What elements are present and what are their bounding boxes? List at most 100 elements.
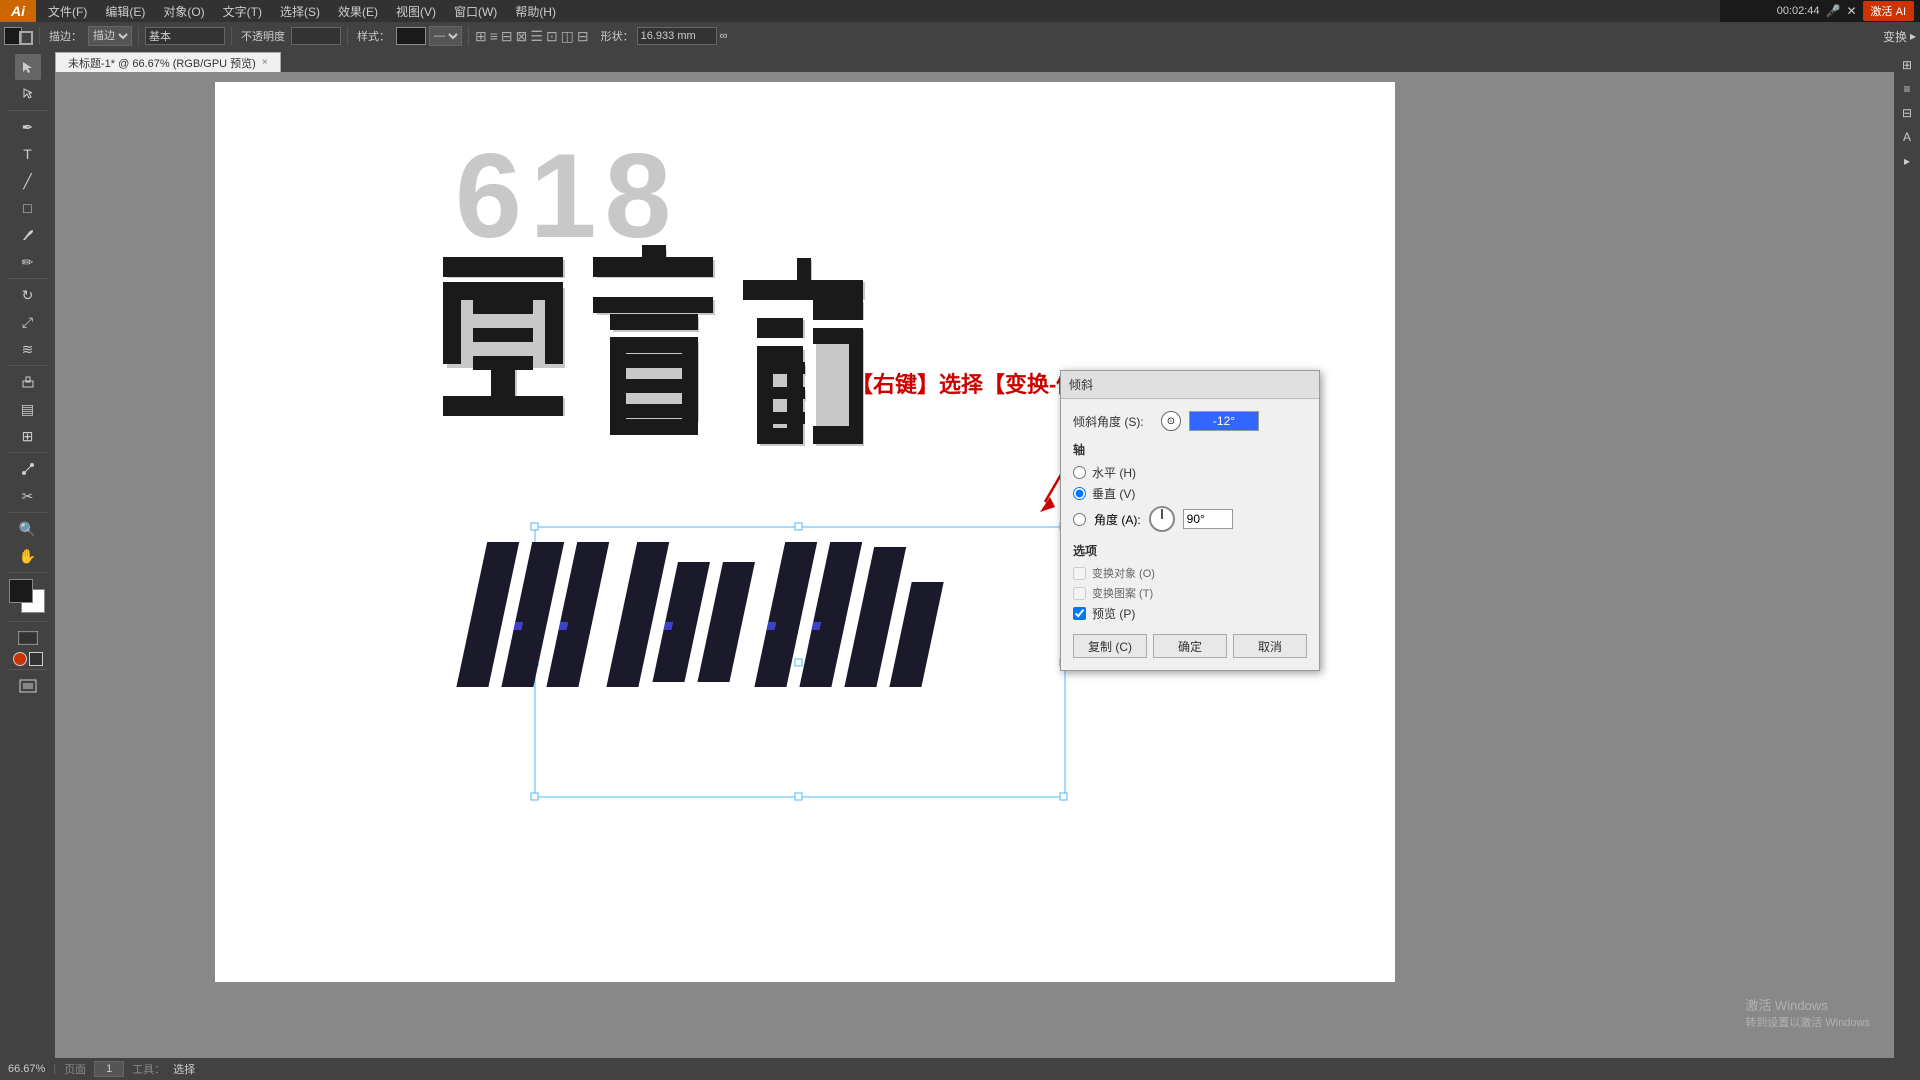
right-btn-5[interactable]: ▸ — [1896, 150, 1918, 172]
cancel-button[interactable]: 取消 — [1233, 634, 1307, 658]
menu-type[interactable]: 文字(T) — [215, 1, 270, 22]
char-jie-bg — [747, 260, 865, 446]
brush-tool[interactable] — [15, 222, 41, 248]
stroke-select[interactable]: 描边 — [88, 26, 132, 46]
style-select[interactable]: — — [429, 26, 462, 46]
menu-help[interactable]: 帮助(H) — [507, 1, 564, 22]
app-logo: Ai — [0, 0, 36, 22]
copy-button[interactable]: 复制 (C) — [1073, 634, 1147, 658]
align-icon-8[interactable]: ⊟ — [577, 28, 589, 45]
style-swatch[interactable] — [396, 27, 426, 45]
right-panel: ⊞ ≡ ⊟ A ▸ — [1894, 50, 1920, 1058]
menu-file[interactable]: 文件(F) — [40, 1, 95, 22]
ok-button[interactable]: 确定 — [1153, 634, 1227, 658]
vertical-radio[interactable] — [1073, 487, 1086, 500]
document-tab[interactable]: 未标题-1* @ 66.67% (RGB/GPU 预览) × — [55, 52, 281, 72]
tool-section — [4, 27, 40, 45]
tool-separator-5 — [8, 512, 48, 513]
stroke-label: 描边： — [46, 28, 85, 44]
more-icon[interactable]: ▸ — [1910, 29, 1916, 43]
pencil-tool[interactable]: ✏ — [15, 249, 41, 275]
right-btn-4[interactable]: A — [1896, 126, 1918, 148]
page-input[interactable] — [94, 1061, 124, 1077]
right-btn-2[interactable]: ≡ — [1896, 78, 1918, 100]
align-icon-2[interactable]: ≡ — [490, 28, 498, 44]
menu-edit[interactable]: 编辑(E) — [97, 1, 153, 22]
char-jie-fg — [743, 258, 863, 444]
angle-axis-radio[interactable] — [1073, 513, 1086, 526]
status-bar: 66.67% | 页面 工具： 选择 — [0, 1058, 1920, 1080]
handle-tc — [795, 523, 802, 530]
align-icon-1[interactable]: ⊞ — [475, 28, 487, 45]
rotate-tool[interactable]: ↻ — [15, 282, 41, 308]
angle-wheel-icon[interactable] — [1149, 506, 1175, 532]
align-icon-7[interactable]: ◫ — [561, 28, 574, 45]
mode-buttons — [13, 652, 43, 666]
normal-mode-btn[interactable] — [15, 625, 41, 651]
menu-select[interactable]: 选择(S) — [272, 1, 328, 22]
direct-select-tool[interactable] — [15, 81, 41, 107]
shear-angle-input[interactable] — [1189, 411, 1259, 431]
full-screen-btn[interactable] — [29, 652, 43, 666]
blend-tool[interactable] — [15, 456, 41, 482]
rect-tool[interactable]: □ — [15, 195, 41, 221]
align-icon-6[interactable]: ⊡ — [546, 28, 558, 45]
tool-separator-6 — [8, 572, 48, 573]
tab-bar: 未标题-1* @ 66.67% (RGB/GPU 预览) × — [55, 50, 1920, 72]
char-shang-bg — [597, 250, 715, 422]
left-toolbar: ✒ T ╱ □ ✏ ↻ ⤢ ≋ ▤ ⊞ ✂ 🔍 ✋ — [0, 50, 55, 1058]
shear-dialog-title[interactable]: 倾斜 — [1061, 371, 1319, 399]
tool-separator-3 — [8, 365, 48, 366]
menu-effect[interactable]: 效果(E) — [330, 1, 386, 22]
hand-tool[interactable]: ✋ — [15, 543, 41, 569]
tab-close-button[interactable]: × — [262, 57, 268, 68]
shear-angle-row: 倾斜角度 (S): ⊙ — [1073, 411, 1307, 431]
transform-objects-checkbox[interactable] — [1073, 567, 1086, 580]
artboard-tool[interactable] — [15, 673, 41, 699]
type-tool[interactable]: T — [15, 141, 41, 167]
pen-tool[interactable]: ✒ — [15, 114, 41, 140]
right-btn-1[interactable]: ⊞ — [1896, 54, 1918, 76]
shape-unit: ∞ — [720, 30, 728, 42]
menu-object[interactable]: 对象(O) — [155, 1, 212, 22]
eyedropper-tool[interactable] — [15, 369, 41, 395]
scissors-tool[interactable]: ✂ — [15, 483, 41, 509]
gradient-tool[interactable]: ▤ — [15, 396, 41, 422]
transform-patterns-label: 变换图案 (T) — [1092, 585, 1153, 601]
align-icon-4[interactable]: ⊠ — [516, 28, 528, 45]
opacity-input[interactable]: 100% — [291, 27, 341, 45]
horizontal-radio[interactable] — [1073, 466, 1086, 479]
close-icon[interactable]: ✕ — [1846, 4, 1856, 18]
shear-dialog-body: 倾斜角度 (S): ⊙ 轴 水平 (H) 垂直 (V) 角度 (A): 选项 变… — [1061, 399, 1319, 670]
shear-dialog: 倾斜 倾斜角度 (S): ⊙ 轴 水平 (H) 垂直 (V) 角度 (A): 选… — [1060, 370, 1320, 671]
zoom-level[interactable]: 66.67% — [8, 1063, 45, 1075]
right-btn-3[interactable]: ⊟ — [1896, 102, 1918, 124]
handle-tl — [531, 523, 538, 530]
stroke-swatch[interactable] — [19, 31, 33, 45]
warp-tool[interactable]: ≋ — [15, 336, 41, 362]
screen-mode-btn[interactable] — [13, 652, 27, 666]
shape-width-input[interactable] — [637, 27, 717, 45]
scale-tool[interactable]: ⤢ — [15, 309, 41, 335]
angle-axis-input[interactable] — [1183, 509, 1233, 529]
align-icon-3[interactable]: ⊟ — [501, 28, 513, 45]
mesh-tool[interactable]: ⊞ — [15, 423, 41, 449]
angle-axis-label: 角度 (A): — [1094, 511, 1141, 528]
stroke-style-section — [145, 27, 232, 45]
mic-icon: 🎤 — [1826, 4, 1841, 18]
recording-time: 00:02:44 — [1777, 5, 1820, 17]
menu-window[interactable]: 窗口(W) — [446, 1, 505, 22]
align-icon-5[interactable]: ☰ — [530, 28, 543, 45]
select-tool[interactable] — [15, 54, 41, 80]
canvas-area[interactable]: 618 — [55, 72, 1894, 1058]
transform-icon[interactable]: 变换 — [1883, 28, 1907, 45]
transform-patterns-checkbox[interactable] — [1073, 587, 1086, 600]
menu-view[interactable]: 视图(V) — [388, 1, 444, 22]
line-tool[interactable]: ╱ — [15, 168, 41, 194]
stroke-width-input[interactable] — [145, 27, 225, 45]
axis-section-title: 轴 — [1073, 441, 1307, 458]
fg-color-swatch[interactable] — [9, 579, 33, 603]
activate-ai-button[interactable]: 激活 AI — [1863, 1, 1914, 21]
zoom-tool[interactable]: 🔍 — [15, 516, 41, 542]
preview-checkbox[interactable] — [1073, 607, 1086, 620]
